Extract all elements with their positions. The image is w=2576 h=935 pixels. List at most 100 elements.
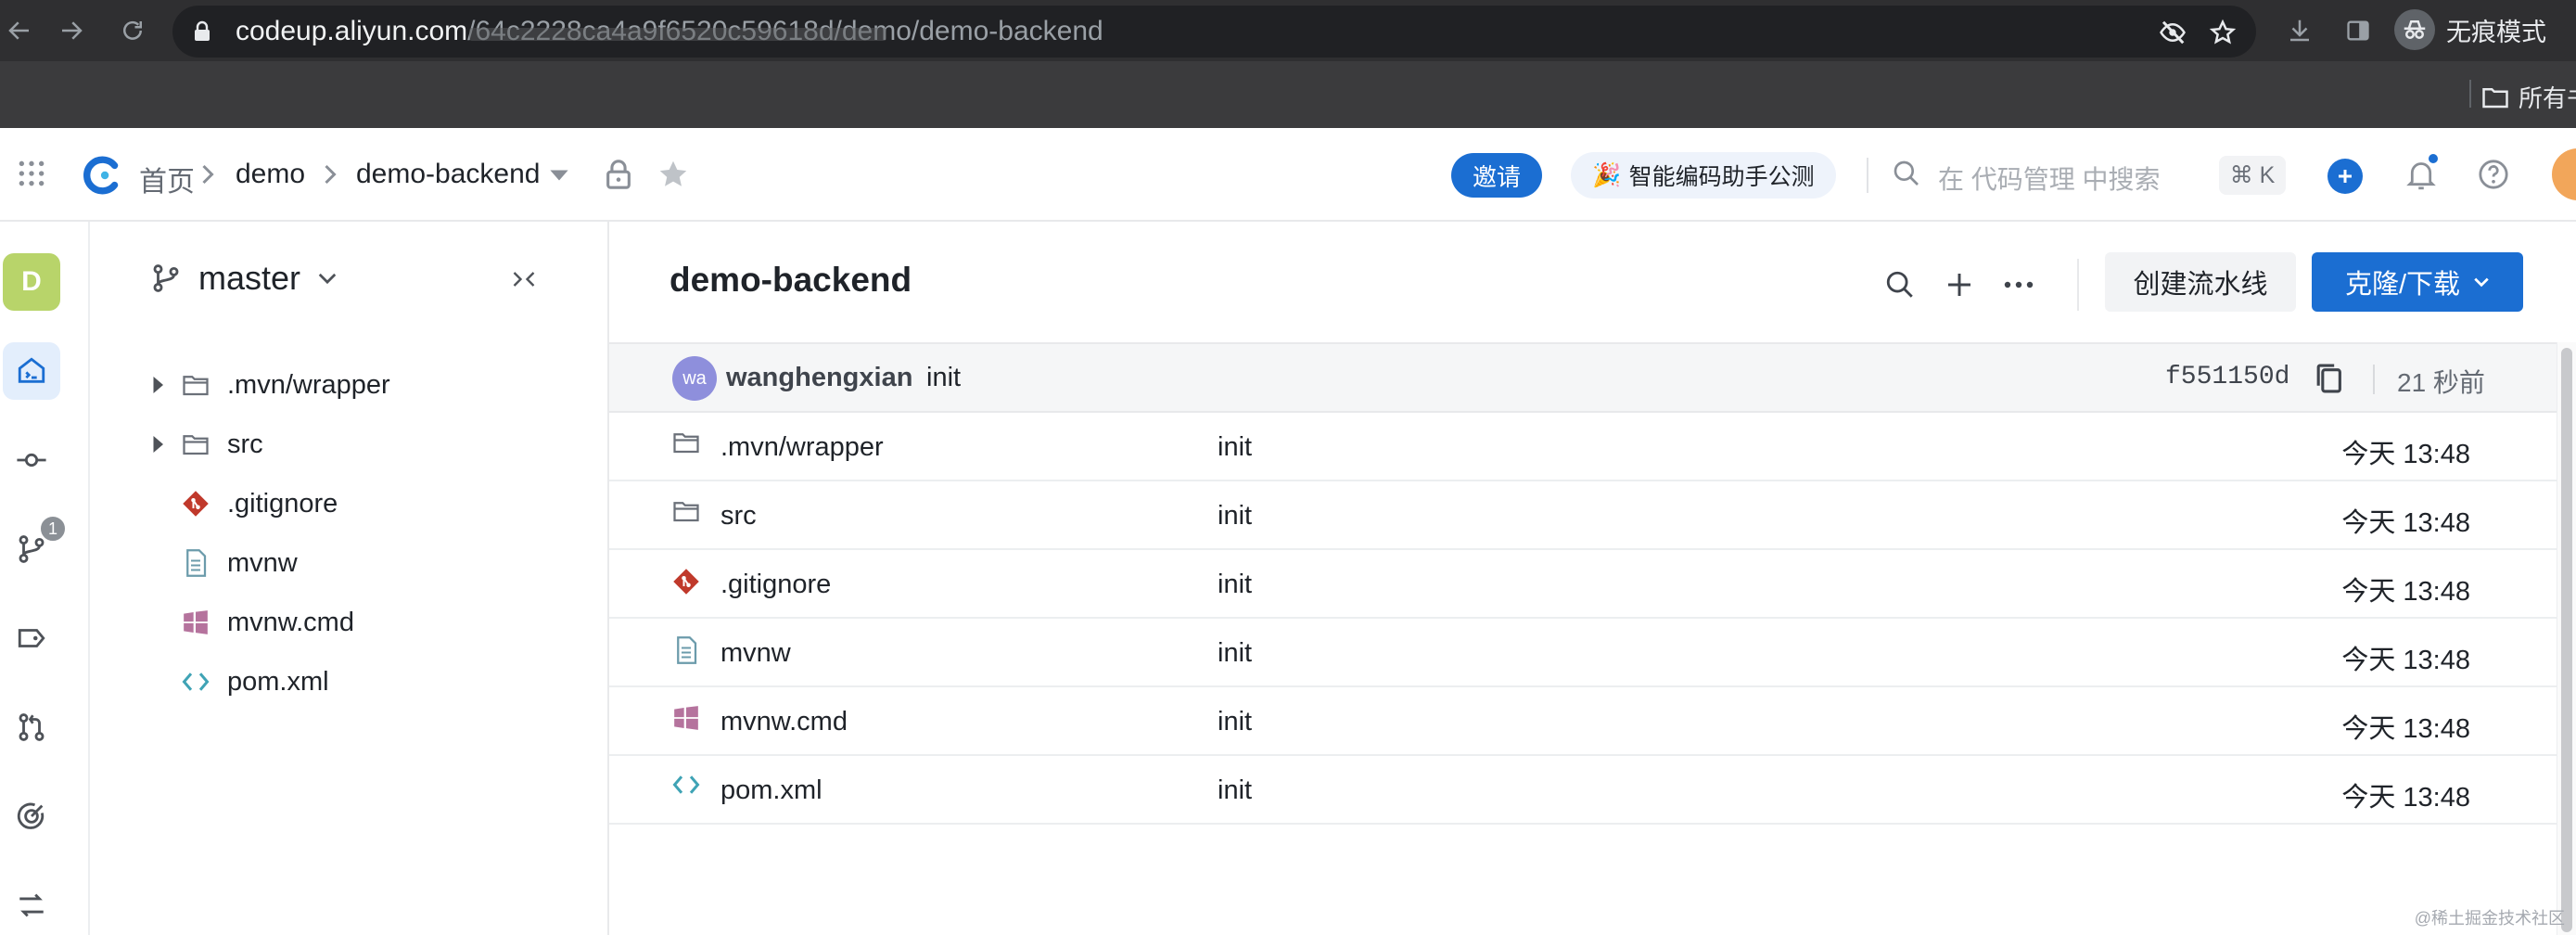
code-icon (179, 671, 212, 693)
back-icon[interactable] (0, 11, 39, 50)
table-row[interactable]: mvnw.cmd init 今天 13:48 (609, 687, 2557, 756)
merge-requests-nav[interactable] (3, 698, 60, 756)
invite-button[interactable]: 邀请 (1451, 153, 1542, 198)
commit-divider (2373, 365, 2375, 394)
folder-icon (2481, 85, 2509, 109)
download-icon[interactable] (2284, 15, 2315, 46)
tree-item-name: .mvn/wrapper (227, 369, 390, 400)
url-redaction (469, 28, 886, 41)
copy-icon[interactable] (2314, 363, 2343, 394)
chevron-down-icon (317, 272, 338, 285)
file-commit-message[interactable]: init (1218, 707, 1252, 737)
left-rail: D 1 (0, 222, 90, 935)
codeup-logo-icon[interactable] (83, 156, 122, 195)
file-time: 今天 13:48 (2341, 577, 2470, 607)
help-icon[interactable] (2478, 159, 2509, 190)
windows-icon (670, 705, 702, 731)
file-name[interactable]: .gitignore (721, 570, 831, 600)
breadcrumb-home[interactable]: 首页 (139, 159, 195, 199)
notification-dot (2427, 152, 2440, 165)
caret-right-icon[interactable] (146, 436, 170, 453)
add-icon[interactable] (1941, 266, 1978, 303)
file-time: 今天 13:48 (2341, 646, 2470, 675)
lock-icon[interactable] (193, 20, 211, 43)
table-row[interactable]: src init 今天 13:48 (609, 481, 2557, 550)
scrollbar[interactable] (2557, 342, 2576, 935)
toolbar-divider (2077, 259, 2079, 311)
search-icon[interactable] (1881, 266, 1919, 303)
star-icon[interactable] (2207, 17, 2238, 48)
collapse-panel-icon[interactable] (511, 268, 537, 290)
file-commit-message[interactable]: init (1218, 501, 1252, 532)
all-bookmarks[interactable]: 所有书签 (2481, 80, 2576, 114)
branches-count-badge: 1 (39, 515, 67, 543)
repo-home-icon (16, 355, 47, 387)
file-name[interactable]: src (721, 501, 757, 532)
table-row[interactable]: pom.xml init 今天 13:48 (609, 756, 2557, 825)
create-new-button[interactable] (2327, 159, 2363, 194)
breadcrumb-repo[interactable]: demo-backend (356, 159, 540, 190)
merge-request-icon (16, 711, 47, 743)
file-commit-message[interactable]: init (1218, 638, 1252, 669)
table-row[interactable]: .mvn/wrapper init 今天 13:48 (609, 413, 2557, 481)
commit-author-avatar[interactable]: wa (672, 356, 717, 401)
forward-icon[interactable] (52, 11, 91, 50)
clone-download-button[interactable]: 克隆/下载 (2312, 252, 2523, 312)
file-name[interactable]: mvnw (721, 638, 791, 669)
commit-message[interactable]: init (926, 363, 961, 393)
chevron-right-icon (198, 163, 217, 186)
branch-selector[interactable]: master (150, 259, 338, 298)
breadcrumb-group[interactable]: demo (236, 159, 305, 190)
file-icon (670, 636, 702, 664)
table-row[interactable]: mvnw init 今天 13:48 (609, 619, 2557, 687)
address-bar[interactable]: codeup.aliyun.com/64c2228ca4a9f6520c5961… (172, 6, 2256, 58)
file-name[interactable]: .mvn/wrapper (721, 432, 884, 463)
user-avatar[interactable] (2552, 148, 2576, 200)
code-files-nav[interactable] (3, 342, 60, 400)
file-time: 今天 13:48 (2341, 508, 2470, 538)
search-input[interactable]: 在 代码管理 中搜索 (1938, 160, 2161, 197)
eye-off-icon[interactable] (2157, 17, 2188, 48)
caret-down-icon[interactable] (549, 169, 569, 182)
compare-arrows-icon (16, 890, 47, 921)
tree-item-name: src (227, 429, 263, 459)
file-name[interactable]: pom.xml (721, 775, 823, 806)
tree-item[interactable]: src (146, 426, 263, 463)
ai-assistant-promo[interactable]: 🎉 智能编码助手公测 (1571, 152, 1836, 199)
reload-icon[interactable] (113, 11, 152, 50)
tags-nav[interactable] (3, 609, 60, 667)
commit-sha[interactable]: f551150d (2165, 363, 2289, 391)
file-name[interactable]: mvnw.cmd (721, 707, 848, 737)
file-commit-message[interactable]: init (1218, 570, 1252, 600)
lock-icon[interactable] (605, 159, 632, 190)
file-commit-message[interactable]: init (1218, 775, 1252, 806)
side-panel-icon[interactable] (2342, 15, 2374, 46)
app-grid-icon[interactable] (17, 159, 46, 188)
commits-nav[interactable] (3, 431, 60, 489)
tree-item[interactable]: pom.xml (146, 663, 329, 700)
tree-item[interactable]: .mvn/wrapper (146, 366, 390, 403)
code-review-nav[interactable] (3, 788, 60, 845)
scrollbar-thumb[interactable] (2561, 348, 2572, 932)
chevron-down-icon (2473, 276, 2490, 288)
main-content: demo-backend 创建流水线 克隆/下载 wa wanghengxian… (609, 222, 2576, 935)
tree-item[interactable]: mvnw (146, 544, 298, 582)
create-pipeline-button[interactable]: 创建流水线 (2105, 252, 2296, 312)
more-icon[interactable] (2000, 266, 2037, 303)
table-row[interactable]: .gitignore init 今天 13:48 (609, 550, 2557, 619)
compare-nav[interactable] (3, 877, 60, 934)
folder-icon (670, 499, 702, 523)
incognito-indicator[interactable]: 无痕模式 (2394, 6, 2546, 54)
caret-right-icon[interactable] (146, 377, 170, 393)
file-commit-message[interactable]: init (1218, 432, 1252, 463)
tree-item[interactable]: mvnw.cmd (146, 604, 354, 641)
search-icon[interactable] (1892, 159, 1921, 188)
workspace-avatar[interactable]: D (3, 253, 60, 311)
tree-item[interactable]: .gitignore (146, 485, 338, 522)
star-icon[interactable] (657, 158, 690, 191)
commit-author[interactable]: wanghengxian (726, 363, 912, 393)
file-tree-panel: master .mvn/wrapper src .gitignore mvnw … (90, 222, 609, 935)
file-time: 今天 13:48 (2341, 783, 2470, 813)
latest-commit-bar: wa wanghengxian init f551150d 21 秒前 (609, 342, 2557, 413)
tree-item-name: .gitignore (227, 488, 338, 519)
